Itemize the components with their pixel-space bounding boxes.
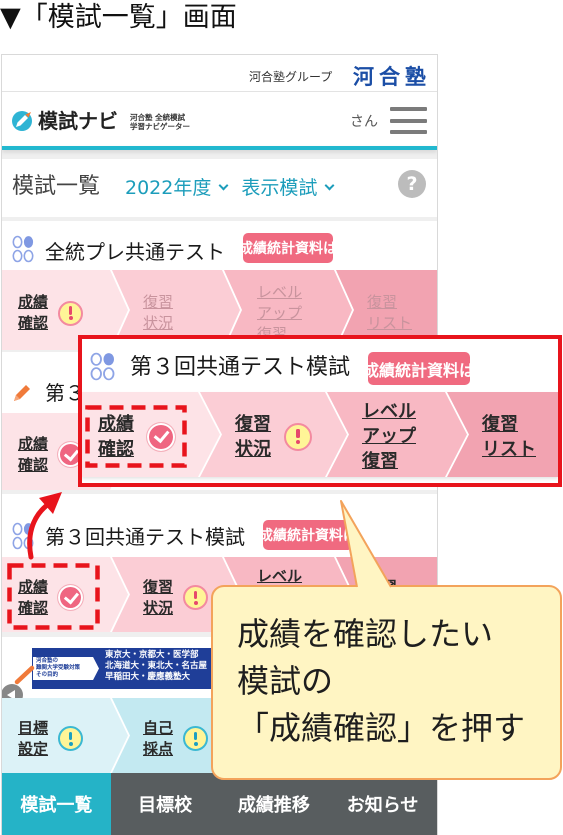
app-name[interactable]: 模試ナビ (38, 108, 118, 134)
dots-icon (12, 522, 34, 550)
tab-exam-list[interactable]: 模試一覧 (2, 773, 111, 835)
hamburger-icon-bar (390, 107, 427, 111)
banner-label-line: その目的 (36, 672, 59, 678)
step-label[interactable]: 成績 確認 (98, 412, 134, 462)
list-title: 模試一覧 (12, 174, 101, 199)
pencil-icon (14, 385, 30, 401)
step-review-status[interactable]: 復習 状況 (198, 392, 347, 477)
callout-line: 成績を確認したい (237, 615, 494, 653)
callout-line: 模試の (237, 662, 334, 700)
callout-line: 「成績確認」を押す (237, 709, 526, 747)
exam-filter-dropdown[interactable]: 表示模試 (241, 175, 335, 201)
stats-badge[interactable]: 成績統計資料は (263, 520, 353, 550)
tab-target-school[interactable]: 目標校 (111, 773, 220, 835)
pencil-icon (14, 665, 35, 685)
step-score-check[interactable]: 成績 確認 (2, 557, 128, 632)
step-label[interactable]: 成績 確認 (18, 292, 48, 334)
step-label[interactable]: 自己 採点 (143, 718, 173, 760)
app-header: 模試ナビ 河合塾 全統模試 学習ナビゲーター さん (2, 92, 437, 146)
filters: 2022年度 表示模試 (125, 175, 335, 201)
stats-badge-label: 成績統計資料は (368, 360, 470, 380)
step-label: 復習 リスト (367, 293, 413, 332)
stats-badge-label: 成績統計資料は (243, 241, 333, 257)
banner-text: 東京大・京都大・医学部 北海道大・東北大・名古屋 早稲田大・慶應義塾大 (105, 650, 207, 683)
step-label: 復習 状況 (143, 293, 174, 332)
banner-text-line: 東京大・京都大・医学部 (105, 650, 199, 660)
app-subtitle-line: 河合塾 全統模試 (130, 113, 186, 122)
step-label[interactable]: レベル アップ 復習 (362, 399, 416, 474)
banner-label-line: 難関大学受験対策 (36, 665, 81, 671)
step-goal-setting[interactable]: 目標 設定 (2, 698, 128, 773)
step-label[interactable]: 目標 設定 (18, 718, 48, 760)
stats-badge[interactable]: 成績統計資料は (368, 352, 470, 385)
step-score-check[interactable]: 成績 確認 (82, 392, 220, 477)
user-name-label: さん (350, 114, 378, 130)
banner-text-line: 早稲田大・慶應義塾大 (105, 672, 191, 682)
step-label[interactable]: 復習 状況 (235, 412, 271, 462)
exam-filter-label: 表示模試 (241, 177, 318, 199)
kawaijuku-logo[interactable]: 河合塾 (353, 64, 431, 90)
warning-icon (284, 423, 312, 451)
exam-steps: 成績 確認 復習 状況 レベル アップ 復習 復習 リスト (82, 392, 558, 477)
step-label[interactable]: 成績 確認 (18, 434, 48, 476)
chevron-down-icon (324, 180, 335, 191)
app-subtitle: 河合塾 全統模試 学習ナビゲーター (130, 113, 190, 131)
group-bar: 河合塾グループ 河合塾 (2, 55, 437, 92)
warning-icon (58, 301, 83, 326)
tab-score-trend[interactable]: 成績推移 (220, 773, 329, 835)
exam-title[interactable]: 全統プレ共通テスト (45, 238, 225, 266)
help-button[interactable]: ? (398, 170, 426, 198)
group-label: 河合塾グループ (249, 70, 333, 84)
question-icon: ? (406, 173, 418, 195)
banner-text-line: 北海道大・東北大・名古屋 (105, 661, 208, 671)
bottom-nav: 模試一覧 目標校 成績推移 お知らせ (2, 773, 437, 835)
check-icon (147, 423, 175, 451)
dots-icon (12, 235, 34, 263)
hamburger-menu-button[interactable] (390, 105, 428, 135)
year-filter-dropdown[interactable]: 2022年度 (125, 175, 229, 201)
exam-card: 全統プレ共通テスト 成績統計資料は 成績 確認 復習 状況 レベル アップ 復習… (2, 221, 437, 350)
year-filter-label: 2022年度 (125, 177, 212, 199)
hamburger-icon-bar (390, 130, 427, 134)
app-subtitle-line: 学習ナビゲーター (130, 122, 190, 131)
instruction-callout: 成績を確認したい 模試の 「成績確認」を押す (211, 585, 562, 780)
dots-icon (90, 352, 115, 381)
stats-badge[interactable]: 成績統計資料は (243, 233, 333, 263)
exam-title[interactable]: 第３回共通テスト模試 (45, 523, 245, 551)
check-icon (58, 585, 83, 610)
zoomed-exam-card-highlight: 第３回共通テスト模試 成績統計資料は 成績 確認 復習 状況 レベル アップ 復… (78, 335, 562, 487)
moshi-navi-logo-icon (12, 111, 32, 131)
warning-icon (183, 726, 208, 751)
header-accent-line (2, 146, 437, 150)
step-label[interactable]: 復習 状況 (143, 577, 173, 619)
hamburger-icon-bar (390, 119, 427, 123)
step-label[interactable]: 成績 確認 (18, 577, 48, 619)
banner-label-line: 河合塾の (36, 658, 59, 664)
warning-icon (58, 726, 83, 751)
list-header: 模試一覧 2022年度 表示模試 ? (2, 159, 437, 217)
warning-icon (183, 585, 208, 610)
stats-badge-label: 成績統計資料は (263, 528, 353, 544)
step-label[interactable]: 復習 リスト (482, 412, 536, 462)
chevron-down-icon (218, 180, 229, 191)
page-title: ▼「模試一覧」画面 (0, 2, 237, 33)
banner-label: 河合塾の 難関大学受験対策 その目的 (33, 657, 99, 680)
exam-title[interactable]: 第３回共通テスト模試 (130, 353, 350, 383)
tab-notices[interactable]: お知らせ (328, 773, 437, 835)
